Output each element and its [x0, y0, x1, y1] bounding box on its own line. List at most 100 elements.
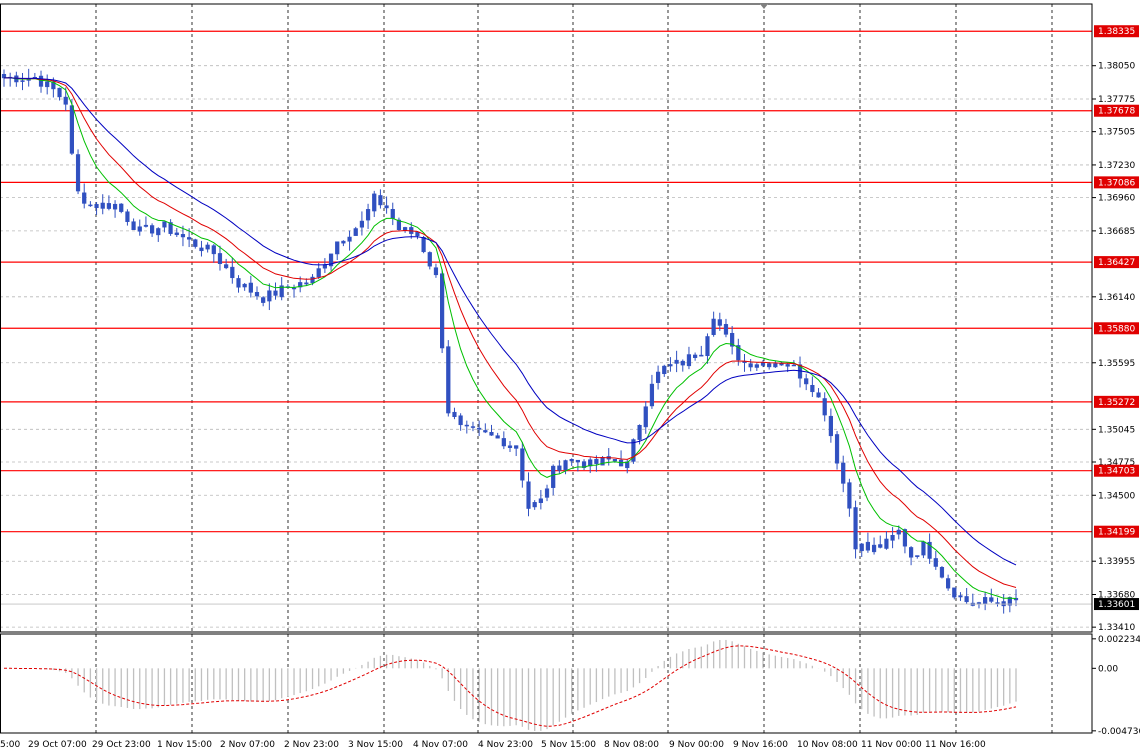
candle — [217, 245, 223, 271]
candle-body — [335, 241, 340, 255]
candle-body — [557, 465, 562, 471]
candle — [538, 489, 543, 510]
candle — [841, 455, 846, 493]
candle-body — [612, 459, 618, 462]
candle — [335, 241, 340, 260]
candle — [649, 374, 655, 409]
candle — [847, 478, 852, 517]
candle-body — [470, 426, 476, 428]
candle — [26, 68, 31, 87]
candle — [693, 352, 698, 361]
candle-body — [100, 202, 105, 209]
candle-body — [446, 346, 451, 414]
candle — [915, 555, 920, 559]
candle — [946, 574, 951, 591]
candle-body — [137, 226, 142, 232]
candle — [384, 196, 389, 214]
candle-body — [156, 228, 161, 236]
candle-body — [538, 498, 543, 503]
candle-body — [711, 318, 716, 335]
candle — [440, 269, 445, 354]
candle — [507, 440, 513, 452]
candle — [581, 459, 587, 471]
candle — [828, 408, 833, 443]
candle — [32, 72, 37, 79]
candle-body — [57, 87, 62, 98]
candle — [433, 263, 439, 278]
candle-body — [20, 80, 25, 82]
candle-body — [526, 481, 531, 509]
candle — [396, 217, 402, 231]
candle — [952, 587, 957, 600]
candle-body — [63, 96, 68, 105]
candle — [353, 226, 358, 236]
level-price-tags: 1.38335 1.37678 1.37086 1.36427 1.35880 1.352… — [0, 25, 1139, 611]
candle-body — [890, 535, 895, 541]
candle-body — [946, 578, 951, 589]
candle-body — [82, 192, 87, 204]
candle — [57, 87, 62, 101]
candle-body — [310, 276, 315, 284]
time-tick-label: 9 Nov 00:00 — [669, 740, 724, 750]
price-tick-label: 1.36685 — [1098, 227, 1135, 237]
price-tick-label: 1.35595 — [1098, 359, 1135, 369]
candle-body — [791, 364, 796, 367]
time-tick-label: 4 Nov 23:00 — [478, 740, 533, 750]
time-tick-label: 5:00 — [0, 740, 20, 750]
candle-body — [248, 282, 253, 293]
oscillator-series — [4, 639, 1017, 731]
horizontal-levels[interactable] — [0, 30, 1092, 533]
candle — [551, 464, 556, 496]
candle-body — [693, 354, 698, 358]
candle-body — [828, 415, 833, 437]
candle-body — [705, 336, 710, 357]
candle-body — [341, 240, 346, 244]
candle-body — [785, 364, 790, 367]
candle-body — [106, 203, 112, 209]
candle — [989, 588, 994, 604]
candle-body — [983, 597, 988, 605]
candle-body — [433, 267, 439, 276]
candle-body — [742, 361, 747, 363]
candle-body — [754, 364, 759, 368]
candle — [995, 597, 1000, 607]
candle-body — [94, 204, 99, 208]
candle — [804, 373, 809, 391]
candle-body — [242, 283, 247, 288]
candle-body — [365, 209, 371, 221]
candle — [254, 286, 260, 300]
candle — [908, 546, 914, 566]
candle — [347, 230, 352, 251]
candle-body — [427, 252, 432, 267]
level-tag-label: 1.34703 — [1098, 467, 1135, 477]
price-tick-label: 1.34500 — [1098, 491, 1135, 501]
candle — [674, 350, 679, 373]
candle — [45, 74, 50, 95]
candle-body — [717, 319, 722, 326]
time-tick-label: 1 Nov 15:00 — [157, 740, 212, 750]
candle — [199, 240, 204, 257]
time-tick-label: 3 Nov 15:00 — [348, 740, 403, 750]
candle — [773, 360, 778, 368]
candle-body — [149, 225, 155, 234]
main-pane-border — [0, 3, 1093, 633]
candle — [532, 500, 537, 510]
candle-body — [952, 587, 957, 598]
candle — [372, 190, 377, 218]
candle-body — [421, 237, 426, 253]
candle-body — [649, 383, 655, 407]
candle — [489, 424, 494, 436]
candle-body — [187, 237, 192, 240]
candle-body — [501, 438, 506, 447]
candle — [119, 203, 124, 214]
chart-canvas: 1.38050 1.37775 1.37505 1.37230 1.36960 1.366… — [0, 0, 1140, 754]
candle-body — [569, 458, 574, 462]
candle — [242, 282, 247, 291]
candle — [668, 357, 673, 372]
candle-body — [261, 297, 266, 303]
candle — [501, 431, 506, 450]
candle-body — [680, 360, 685, 366]
candle-body — [440, 273, 445, 349]
candle — [816, 388, 821, 398]
candle-body — [69, 105, 74, 154]
